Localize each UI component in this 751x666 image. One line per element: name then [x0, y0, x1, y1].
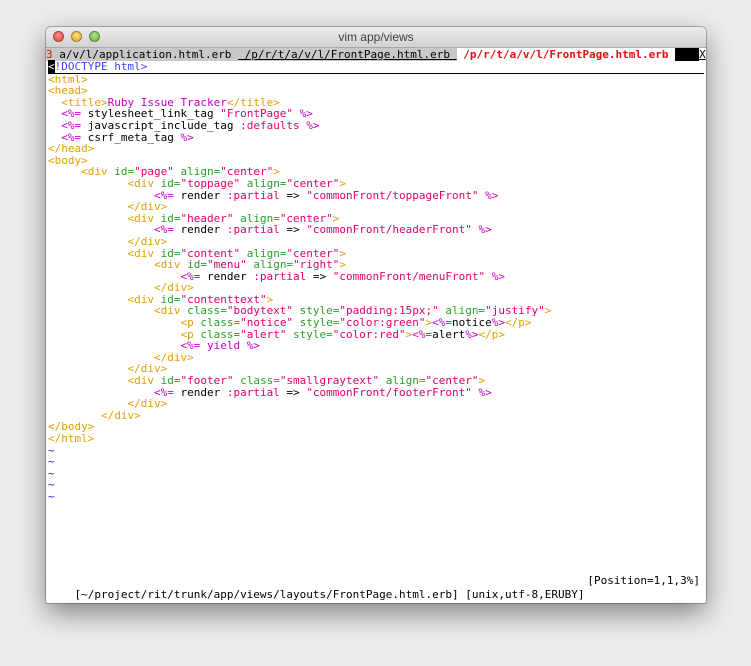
code-token: "color:red": [332, 327, 406, 341]
empty-line-tilde: ~: [48, 444, 704, 457]
code-token: =>: [279, 188, 307, 202]
editor-buffer[interactable]: <!DOCTYPE html> <html> <head> <title>Ruby …: [48, 60, 704, 503]
empty-line-tilde: ~: [48, 491, 704, 503]
empty-line-tilde: ~: [48, 456, 704, 468]
code-token: csrf_meta_tag: [81, 130, 181, 144]
code-token: %>: [471, 223, 492, 237]
vim-window: vim app/views 3 a/v/l/application.html.e…: [46, 27, 706, 603]
status-position: [Position=1,1,3%]: [587, 574, 700, 587]
vim-statusline: [~/project/rit/trunk/app/views/layouts/F…: [48, 574, 704, 601]
code-token: !DOCTYPE html>: [54, 60, 148, 73]
code-token: %>: [465, 327, 479, 341]
code-token: :partial: [226, 223, 280, 237]
title-bar: vim app/views: [46, 27, 706, 48]
code-token: "commonFront/menuFront": [332, 269, 486, 283]
code-token: =>: [306, 269, 333, 283]
tab-close-button[interactable]: X: [699, 48, 706, 61]
status-file-info: [~/project/rit/trunk/app/views/layouts/F…: [74, 588, 585, 601]
code-token: </p>: [478, 327, 506, 341]
tab-frontpage-html-active[interactable]: /p/r/t/a/v/l/FrontPage.html.erb: [456, 48, 676, 61]
code-token: </p>: [505, 316, 532, 330]
tabline-fill: [675, 48, 700, 61]
tab-frontpage-html[interactable]: /p/r/t/a/v/l/FrontPage.html.erb: [238, 48, 457, 61]
code-token: "commonFront/headerFront": [306, 223, 472, 237]
code-token: :partial: [226, 188, 280, 202]
empty-line-tilde: ~: [48, 479, 704, 491]
code-token: :partial: [253, 269, 307, 283]
code-line: </body>: [48, 421, 704, 433]
code-token: "commonFront/footerFront": [306, 385, 472, 399]
code-line: <!DOCTYPE html>: [48, 60, 704, 74]
code-line: <%= csrf_meta_tag %>: [48, 130, 704, 144]
code-token: render: [173, 223, 227, 237]
code-token: %>: [246, 339, 260, 353]
code-line: <html>: [48, 73, 704, 86]
code-token: =>: [279, 385, 307, 399]
code-line: </div>: [48, 398, 704, 410]
code-token: %>: [180, 130, 194, 144]
code-token: render: [200, 269, 254, 283]
code-token: %>: [478, 188, 499, 202]
code-token: style=: [286, 327, 333, 341]
code-token: %>: [471, 385, 492, 399]
code-token: <%=: [412, 327, 433, 341]
code-token: %>: [299, 118, 320, 132]
code-line: </html>: [48, 433, 704, 445]
code-token: render: [173, 385, 227, 399]
code-token: "commonFront/toppageFront": [306, 188, 479, 202]
code-line: </div>: [48, 410, 704, 422]
window-title: vim app/views: [338, 30, 414, 44]
code-token: :partial: [226, 385, 280, 399]
code-token: %>: [485, 269, 505, 283]
code-token: alert: [432, 327, 466, 341]
code-token: ~: [48, 489, 55, 503]
code-line: </head>: [48, 143, 704, 155]
code-token: :defaults: [240, 118, 300, 132]
cursor: <: [48, 60, 55, 73]
empty-line-tilde: ~: [48, 467, 704, 480]
code-token: =>: [279, 223, 307, 237]
code-token: yield: [200, 339, 247, 353]
code-token: >: [544, 304, 552, 318]
code-token: render: [173, 188, 227, 202]
